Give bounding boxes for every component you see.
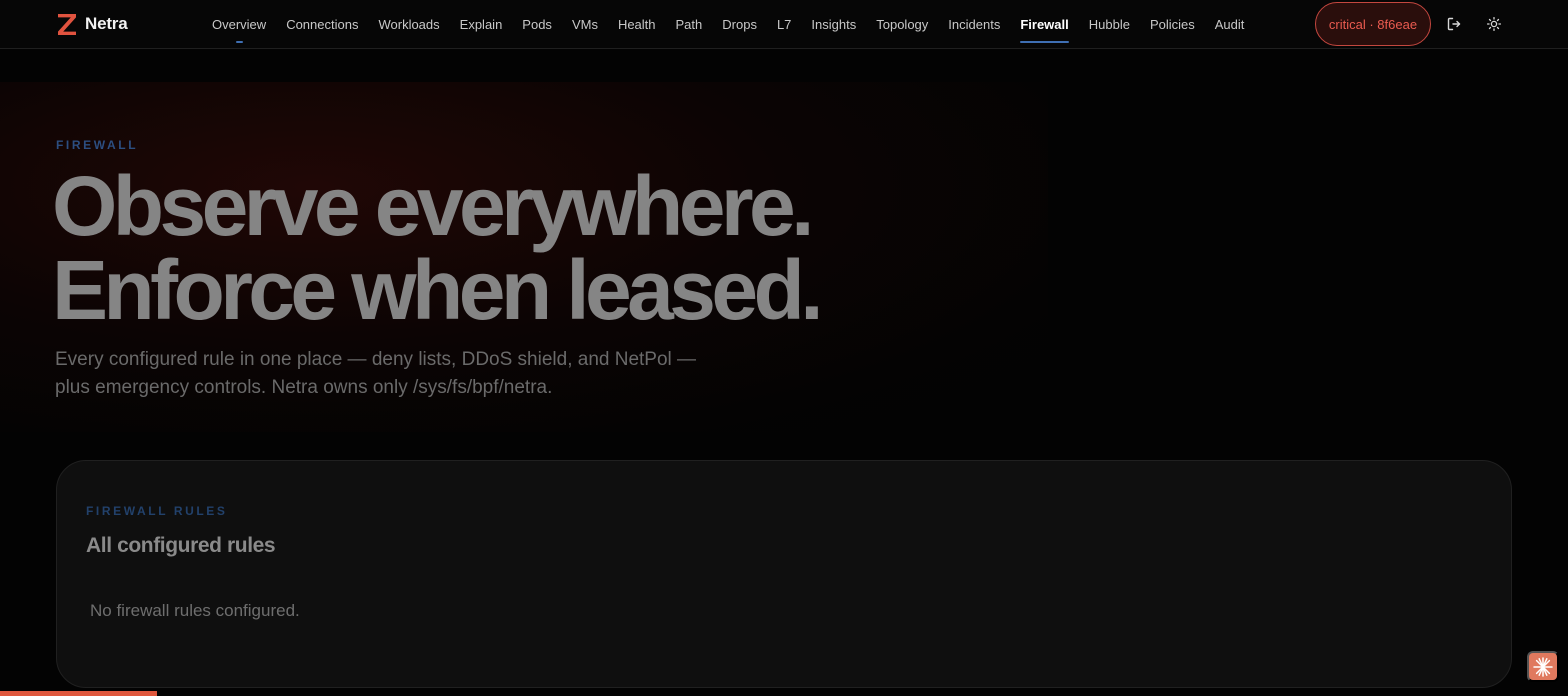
nav-item-workloads[interactable]: Workloads — [368, 0, 449, 49]
top-navigation-bar: Netra Overview Connections Workloads Exp… — [0, 0, 1568, 49]
nav-item-explain[interactable]: Explain — [450, 0, 513, 49]
nav-item-audit[interactable]: Audit — [1205, 0, 1255, 49]
nav-item-path[interactable]: Path — [666, 0, 713, 49]
nav-item-incidents[interactable]: Incidents — [938, 0, 1010, 49]
brand[interactable]: Netra — [56, 11, 128, 37]
nav-item-policies[interactable]: Policies — [1140, 0, 1205, 49]
hero-subtitle-line-2: plus emergency controls. Netra owns only… — [55, 377, 553, 398]
hero-eyebrow: FIREWALL — [56, 138, 139, 152]
nav-item-health[interactable]: Health — [608, 0, 666, 49]
card-title: All configured rules — [86, 534, 276, 557]
card-eyebrow: FIREWALL RULES — [86, 504, 228, 518]
nav-item-drops[interactable]: Drops — [712, 0, 767, 49]
main-nav: Overview Connections Workloads Explain P… — [202, 0, 1254, 49]
nav-item-hubble[interactable]: Hubble — [1079, 0, 1140, 49]
empty-state-message: No firewall rules configured. — [90, 601, 300, 620]
sparkle-icon[interactable] — [1527, 651, 1559, 682]
nav-item-vms[interactable]: VMs — [562, 0, 608, 49]
cluster-status-badge[interactable]: critical · 8f6eae — [1315, 2, 1431, 46]
sun-icon[interactable] — [1484, 14, 1504, 34]
nav-item-insights[interactable]: Insights — [801, 0, 866, 49]
nav-item-pods[interactable]: Pods — [512, 0, 562, 49]
hero-subtitle: Every configured rule in one place — den… — [55, 346, 735, 402]
hero-title-line-1: Observe everywhere. — [52, 159, 814, 253]
app-page: Netra Overview Connections Workloads Exp… — [0, 0, 1568, 696]
nav-item-topology[interactable]: Topology — [866, 0, 938, 49]
nav-item-l7[interactable]: L7 — [767, 0, 801, 49]
logout-icon[interactable] — [1444, 14, 1464, 34]
hero-subtitle-line-1: Every configured rule in one place — den… — [55, 349, 697, 370]
z-logo-icon — [56, 11, 78, 37]
brand-name: Netra — [85, 14, 128, 33]
nav-item-overview[interactable]: Overview — [202, 0, 276, 49]
nav-item-firewall[interactable]: Firewall — [1010, 0, 1078, 49]
hero-title-line-2: Enforce when leased. — [52, 243, 824, 337]
firewall-rules-card: FIREWALL RULES All configured rules No f… — [56, 460, 1512, 688]
page-progress-bar — [0, 691, 157, 696]
nav-item-connections[interactable]: Connections — [276, 0, 368, 49]
hero-title: Observe everywhere. Enforce when leased. — [52, 164, 952, 332]
